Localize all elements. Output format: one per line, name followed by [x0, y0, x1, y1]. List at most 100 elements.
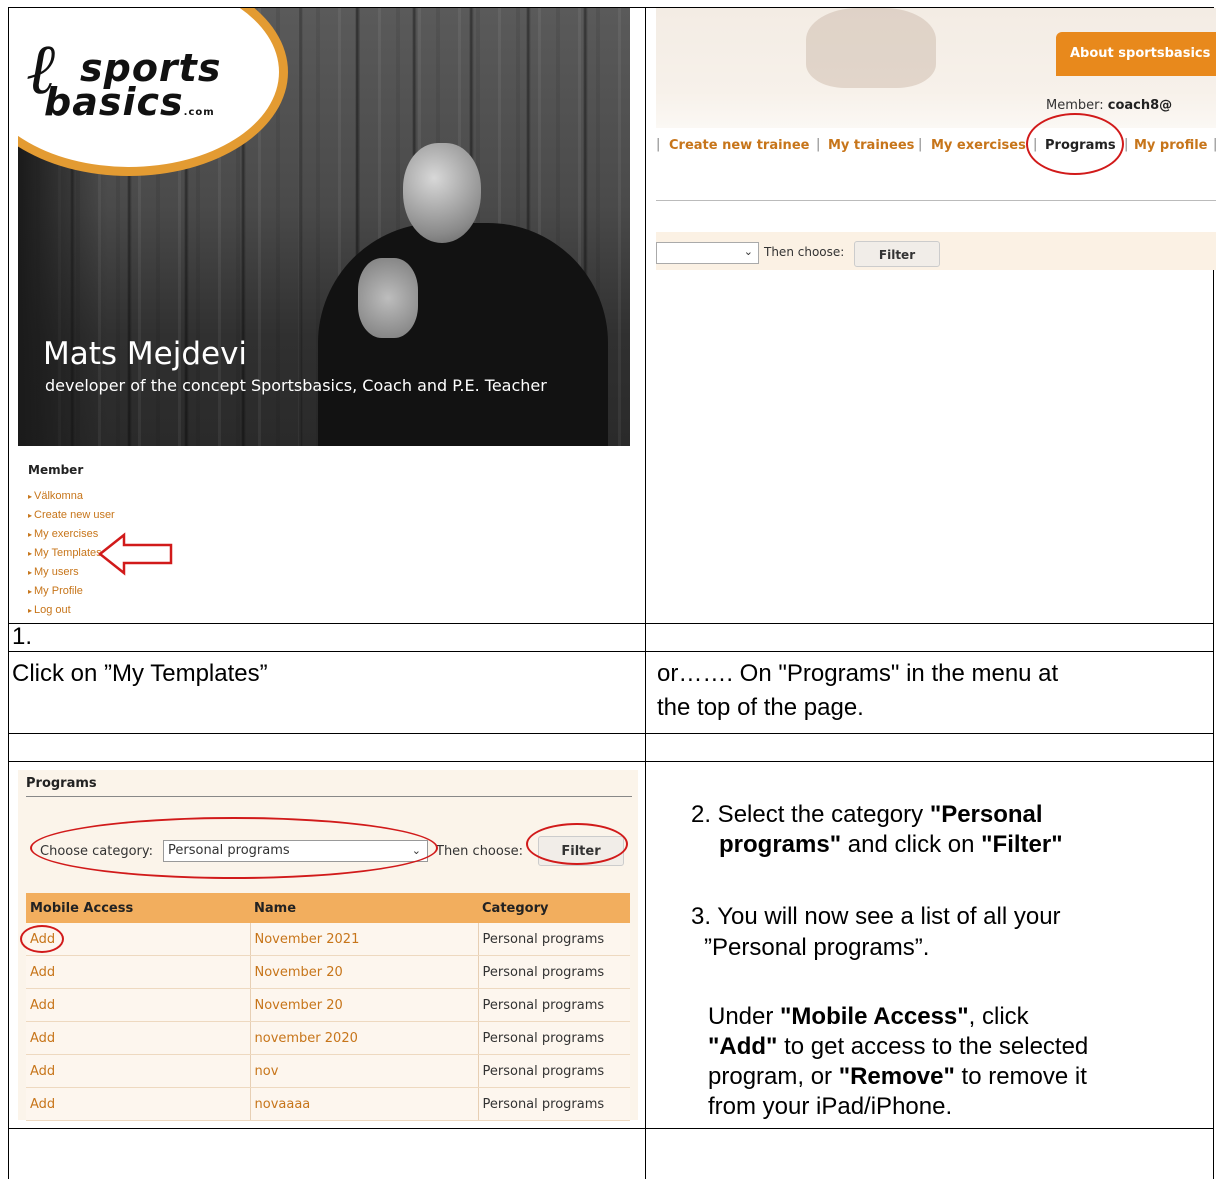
program-category: Personal programs	[477, 1087, 630, 1121]
program-category: Personal programs	[477, 923, 630, 956]
step3-text: to get access to the selected	[777, 1033, 1089, 1060]
chevron-down-icon: ⌄	[743, 246, 753, 258]
nav-separator: |	[1124, 137, 1129, 152]
table-row-divider	[8, 651, 1214, 652]
member-menu-label: Välkomna	[34, 490, 83, 502]
member-menu-item[interactable]: ▸ Log out	[28, 604, 71, 616]
step2-line1: 2. Select the category "Personal	[691, 800, 1043, 830]
nav-my-trainees[interactable]: My trainees	[828, 138, 914, 153]
member-menu-label: My Profile	[34, 585, 83, 597]
red-arrow-icon	[98, 532, 173, 576]
step2-bold: "Personal	[929, 801, 1043, 828]
coach-name: Mats Mejdevi	[43, 336, 248, 372]
main-nav: | Create new trainee | My trainees | My …	[656, 126, 1216, 168]
coach-banner-image: ℓ sports basics.com Mats Mejdevi develop…	[18, 8, 630, 446]
filter-highlight-ellipse	[526, 823, 628, 865]
program-name-link[interactable]: November 20	[249, 955, 478, 989]
step-number: 1.	[12, 623, 33, 650]
program-name-link[interactable]: november 2020	[249, 1021, 478, 1055]
table-row-divider	[8, 733, 1214, 734]
step3-line4: "Add" to get access to the selected	[708, 1032, 1088, 1062]
member-status: Member: coach8@	[1046, 98, 1172, 113]
nav-separator: |	[656, 137, 661, 152]
coach-photo-hand	[358, 258, 418, 338]
table-row-divider	[8, 1128, 1214, 1129]
programs-highlight-ellipse	[1026, 113, 1124, 175]
add-link[interactable]: Add	[26, 1054, 250, 1088]
coach-photo-head	[403, 143, 481, 243]
program-category: Personal programs	[477, 988, 630, 1022]
programs-table: Mobile Access Name Category Add November…	[26, 893, 630, 1121]
logo-text-bottom: basics.com	[44, 80, 215, 124]
bullet-icon: ▸	[28, 587, 33, 596]
member-label: Member:	[1046, 98, 1104, 113]
left-instruction: Click on ”My Templates”	[12, 660, 268, 687]
program-name-link[interactable]: nov	[249, 1054, 478, 1088]
nav-my-exercises[interactable]: My exercises	[931, 138, 1026, 153]
program-name-link[interactable]: November 20	[249, 988, 478, 1022]
column-header-category: Category	[478, 893, 630, 923]
programs-title: Programs	[26, 776, 97, 791]
nav-create-new-trainee[interactable]: Create new trainee	[669, 138, 809, 153]
table-column-divider	[645, 7, 646, 1179]
then-choose-label: Then choose:	[436, 844, 523, 859]
member-menu-item[interactable]: ▸ Välkomna	[28, 490, 83, 502]
then-choose-label: Then choose:	[764, 245, 845, 259]
step3-text: Under	[708, 1003, 781, 1030]
table-row: Add novaaaa Personal programs	[26, 1087, 630, 1121]
right-instruction-line2: the top of the page.	[657, 694, 864, 721]
coach-role: developer of the concept Sportsbasics, C…	[45, 376, 547, 395]
table-border-right	[1213, 270, 1214, 1179]
bullet-icon: ▸	[28, 549, 33, 558]
add-link[interactable]: Add	[26, 1021, 250, 1055]
step3-text: , click	[968, 1003, 1029, 1030]
add-link[interactable]: Add	[26, 955, 250, 989]
step3-text: program, or	[708, 1063, 839, 1090]
nav-my-profile[interactable]: My profile	[1134, 138, 1208, 153]
add-link[interactable]: Add	[26, 1087, 250, 1121]
program-name-link[interactable]: novaaaa	[249, 1087, 478, 1121]
table-row: Add November 20 Personal programs	[26, 988, 630, 1022]
category-select[interactable]: ⌄	[656, 242, 759, 264]
bullet-icon: ▸	[28, 492, 33, 501]
step3-text: to remove it	[954, 1063, 1087, 1090]
step3-line5: program, or "Remove" to remove it	[708, 1062, 1087, 1092]
nav-separator: |	[1213, 137, 1216, 152]
right-instruction-line1: or……. On "Programs" in the menu at	[657, 660, 1059, 687]
header-divider	[656, 200, 1216, 201]
step2-text: 2. Select the category	[691, 801, 930, 828]
program-category: Personal programs	[477, 955, 630, 989]
member-username: coach8@	[1107, 98, 1173, 113]
programs-divider	[26, 796, 632, 797]
nav-separator: |	[918, 137, 923, 152]
step2-text: and click on	[841, 831, 982, 858]
about-sportsbasics-tab[interactable]: About sportsbasics	[1056, 32, 1216, 76]
add-link[interactable]: Add	[26, 988, 250, 1022]
table-header-row: Mobile Access Name Category	[26, 893, 630, 923]
member-menu-item[interactable]: ▸ My Profile	[28, 585, 83, 597]
member-menu-item[interactable]: ▸ Create new user	[28, 509, 115, 521]
table-row: Add November 20 Personal programs	[26, 955, 630, 989]
bullet-icon: ▸	[28, 511, 33, 520]
coach-photo-body	[318, 223, 608, 446]
member-menu-label: My users	[34, 566, 79, 578]
bullet-icon: ▸	[28, 568, 33, 577]
step2-bold: programs"	[719, 831, 842, 858]
member-menu-item[interactable]: ▸ My users	[28, 566, 79, 578]
site-header-screenshot: About sportsbasics Member: coach8@ | Cre…	[656, 8, 1216, 270]
member-menu-item-my-templates[interactable]: ▸ My Templates	[28, 547, 102, 559]
category-highlight-ellipse	[30, 817, 438, 879]
member-menu-label: Create new user	[34, 509, 115, 521]
step3-bold: "Add"	[708, 1033, 778, 1060]
filter-bar: ⌄ Then choose: Filter	[656, 232, 1216, 270]
member-menu-label: My exercises	[34, 528, 99, 540]
step3-bold: "Mobile Access"	[780, 1003, 969, 1030]
step3-line6: from your iPad/iPhone.	[708, 1093, 953, 1120]
step3-line3: Under "Mobile Access", click	[708, 1002, 1029, 1032]
program-category: Personal programs	[477, 1021, 630, 1055]
member-menu-item[interactable]: ▸ My exercises	[28, 528, 98, 540]
filter-button[interactable]: Filter	[854, 241, 940, 267]
member-menu-label: Log out	[34, 604, 71, 616]
member-menu-label: My Templates	[34, 547, 102, 559]
program-name-link[interactable]: November 2021	[249, 923, 478, 956]
